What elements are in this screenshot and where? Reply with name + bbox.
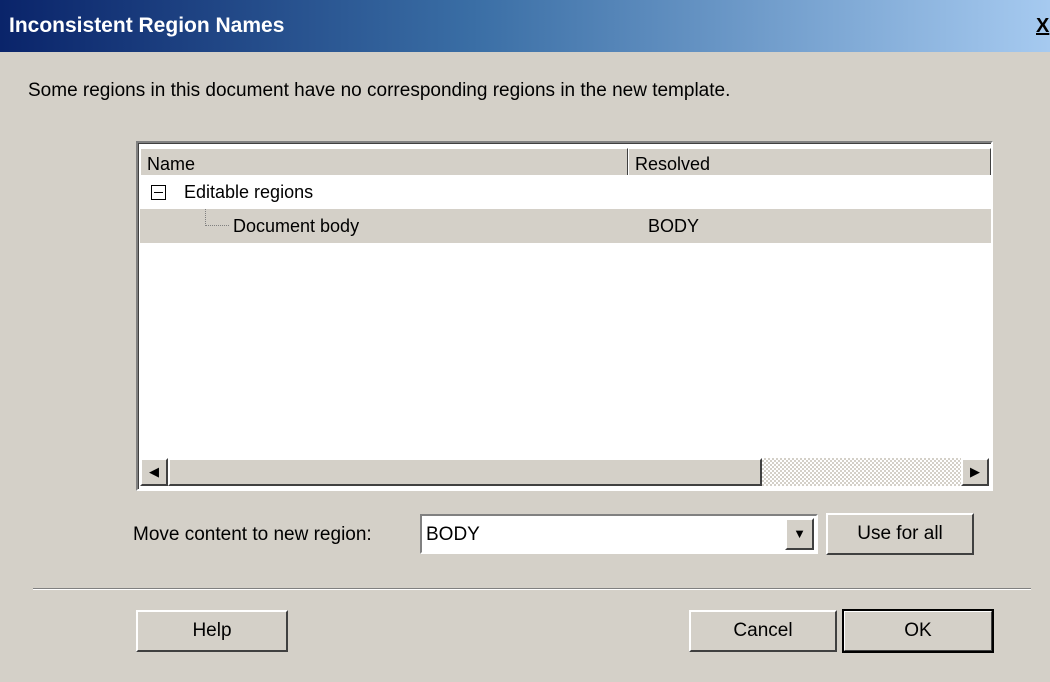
region-select[interactable]: BODY ▼ bbox=[420, 514, 818, 554]
region-select-value: BODY bbox=[426, 524, 480, 545]
horizontal-scrollbar[interactable]: ◀ ▶ bbox=[140, 458, 989, 486]
ok-button[interactable]: OK bbox=[842, 609, 994, 653]
scroll-right-arrow-icon: ▶ bbox=[970, 464, 980, 479]
chevron-down-icon: ▼ bbox=[793, 526, 806, 541]
window-title: Inconsistent Region Names bbox=[9, 14, 285, 37]
tree-row-resolved: BODY bbox=[648, 216, 700, 236]
tree-row-editable-regions[interactable]: Editable regions bbox=[140, 175, 991, 209]
collapse-minus-icon[interactable] bbox=[151, 185, 166, 200]
tree-row-document-body[interactable]: Document body BODY bbox=[140, 209, 991, 243]
dropdown-button[interactable]: ▼ bbox=[785, 518, 814, 550]
list-header: Name Resolved bbox=[140, 148, 991, 178]
tree-row-label: Document body bbox=[233, 216, 360, 236]
tree-row-label: Editable regions bbox=[184, 182, 314, 202]
column-header-resolved[interactable]: Resolved bbox=[628, 148, 991, 178]
help-button[interactable]: Help bbox=[136, 610, 288, 652]
scroll-left-button[interactable]: ◀ bbox=[140, 458, 168, 486]
scrollbar-thumb[interactable] bbox=[168, 458, 762, 486]
scroll-right-button[interactable]: ▶ bbox=[961, 458, 989, 486]
title-bar[interactable]: Inconsistent Region Names X bbox=[0, 0, 1050, 52]
separator bbox=[33, 588, 1031, 590]
scroll-left-arrow-icon: ◀ bbox=[149, 464, 159, 479]
move-content-label: Move content to new region: bbox=[133, 524, 372, 545]
message-text: Some regions in this document have no co… bbox=[28, 80, 731, 101]
cancel-button[interactable]: Cancel bbox=[689, 610, 837, 652]
column-header-name[interactable]: Name bbox=[140, 148, 628, 178]
use-for-all-button[interactable]: Use for all bbox=[826, 513, 974, 555]
close-button[interactable]: X bbox=[1036, 13, 1050, 39]
tree-connector-line bbox=[205, 209, 229, 226]
